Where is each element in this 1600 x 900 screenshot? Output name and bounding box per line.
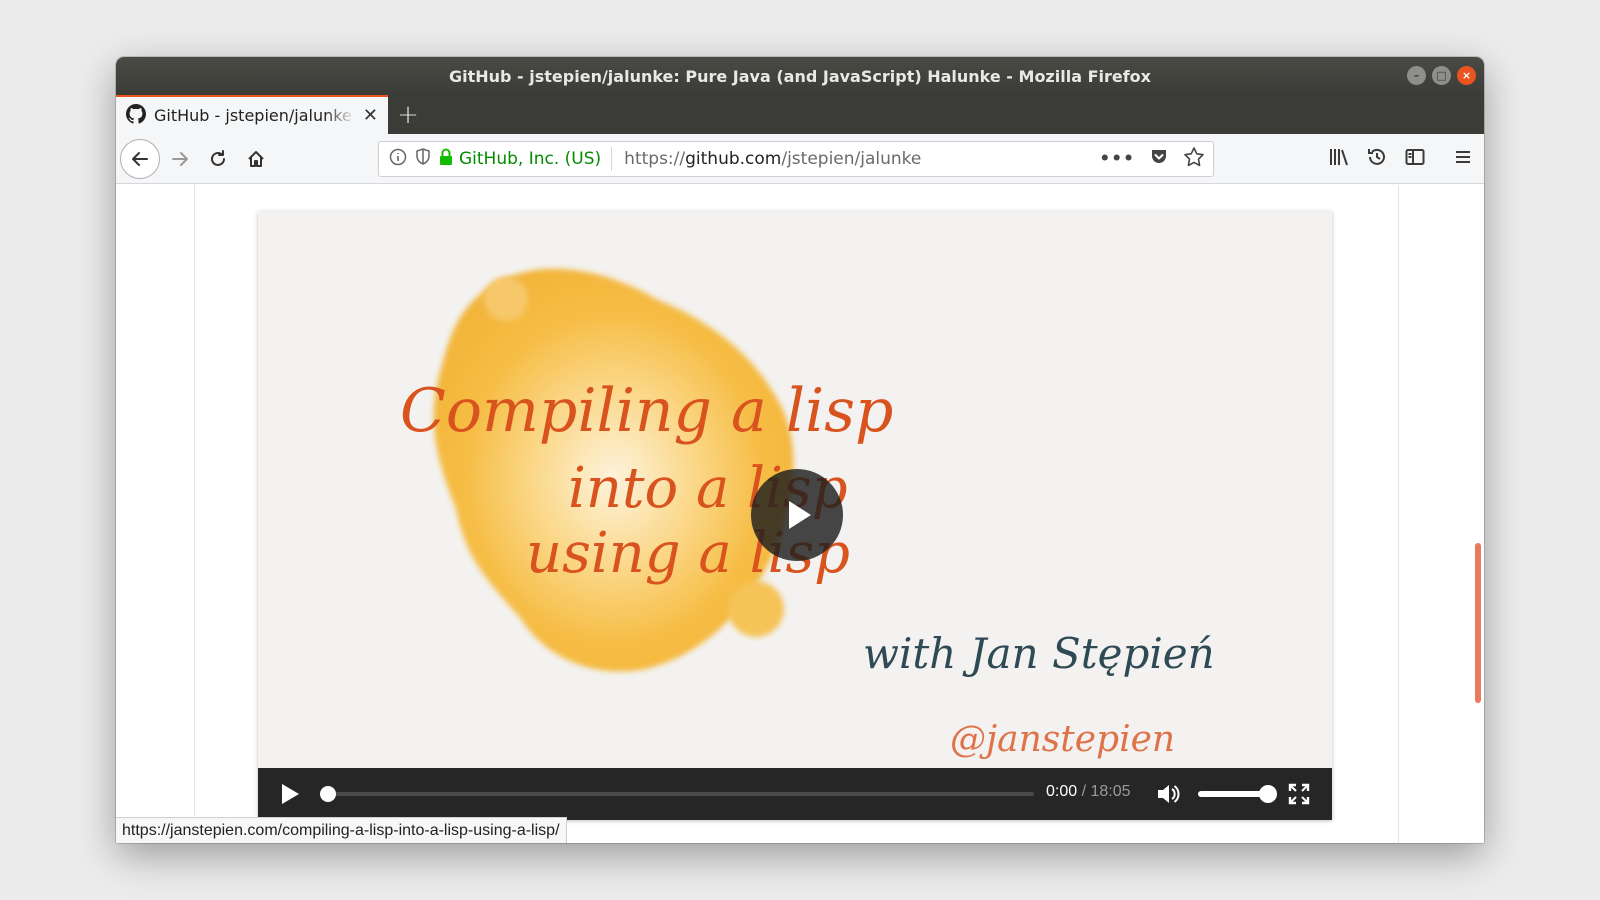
lock-icon: [439, 148, 453, 171]
seek-bar[interactable]: [320, 786, 1034, 802]
home-button[interactable]: [244, 147, 268, 171]
fullscreen-icon: [1288, 783, 1310, 805]
play-icon: [789, 501, 811, 529]
volume-icon: [1158, 785, 1180, 803]
scrollbar-thumb[interactable]: [1475, 543, 1481, 703]
forward-button[interactable]: [168, 147, 192, 171]
page-actions-button[interactable]: •••: [1099, 149, 1135, 169]
reload-icon: [211, 150, 225, 166]
url-actions: •••: [1099, 146, 1213, 173]
arrow-right-icon: [172, 152, 188, 166]
tab-close-button[interactable]: ✕: [363, 105, 378, 126]
url-prefix: https://: [624, 149, 686, 169]
sidebar-icon[interactable]: [1404, 146, 1426, 172]
menu-icon[interactable]: [1452, 146, 1474, 172]
arrow-left-icon: [132, 152, 148, 166]
content-border-left: [194, 185, 195, 843]
history-icon[interactable]: [1366, 146, 1388, 172]
video-player[interactable]: Compiling a lisp into a lisp using a lis…: [258, 211, 1332, 820]
current-time: 0:00: [1046, 783, 1078, 800]
pocket-icon[interactable]: [1149, 147, 1169, 172]
window-title: GitHub - jstepien/jalunke: Pure Java (an…: [448, 66, 1151, 86]
tracking-shield-icon[interactable]: [415, 147, 431, 171]
url-path: /jstepien/jalunke: [781, 149, 922, 169]
tab-bar: GitHub - jstepien/jalunke ✕ +: [116, 95, 1484, 134]
content-border-right: [1398, 185, 1399, 843]
info-icon[interactable]: [389, 148, 407, 171]
url-info-icons: [379, 147, 431, 171]
maximize-button[interactable]: □: [1432, 66, 1451, 85]
tab-label: GitHub - jstepien/jalunke: [154, 106, 352, 125]
home-icon: [248, 151, 264, 167]
video-title-line1: Compiling a lisp: [400, 376, 894, 446]
url-bar[interactable]: GitHub, Inc. (US) https://github.com/jst…: [378, 141, 1214, 177]
title-bar: GitHub - jstepien/jalunke: Pure Java (an…: [116, 57, 1484, 95]
plus-icon: +: [397, 99, 419, 130]
big-play-button[interactable]: [751, 469, 843, 561]
play-button[interactable]: [280, 783, 302, 805]
fullscreen-button[interactable]: [1288, 783, 1310, 809]
url-domain: github.com: [685, 149, 782, 169]
close-window-button[interactable]: ×: [1457, 66, 1476, 85]
status-bar: https://janstepien.com/compiling-a-lisp-…: [116, 817, 567, 843]
volume-handle[interactable]: [1259, 785, 1277, 803]
video-byline: with Jan Stępień: [863, 629, 1215, 678]
page-content: Compiling a lisp into a lisp using a lis…: [116, 185, 1484, 843]
minimize-icon: –: [1413, 69, 1420, 82]
duration: / 18:05: [1081, 783, 1131, 800]
seek-handle[interactable]: [320, 786, 336, 802]
site-identity[interactable]: GitHub, Inc. (US): [431, 147, 613, 171]
mute-button[interactable]: [1156, 783, 1180, 809]
play-icon: [282, 784, 299, 804]
close-icon: ×: [1461, 69, 1472, 82]
url-text[interactable]: https://github.com/jstepien/jalunke: [612, 149, 1099, 169]
video-controls: 0:00 / 18:05: [258, 768, 1332, 820]
volume-slider[interactable]: [1198, 785, 1277, 803]
time-display: 0:00 / 18:05: [1046, 783, 1131, 801]
status-url: https://janstepien.com/compiling-a-lisp-…: [122, 821, 560, 839]
github-icon: [126, 103, 146, 128]
browser-window: GitHub - jstepien/jalunke: Pure Java (an…: [116, 57, 1484, 843]
bookmark-star-icon[interactable]: [1183, 146, 1205, 173]
navigation-bar: GitHub, Inc. (US) https://github.com/jst…: [116, 134, 1484, 184]
window-controls: – □ ×: [1407, 66, 1476, 85]
new-tab-button[interactable]: +: [388, 95, 428, 134]
back-button[interactable]: [120, 139, 160, 179]
identity-label: GitHub, Inc. (US): [459, 149, 602, 169]
toolbar-right: [1328, 146, 1474, 172]
library-icon[interactable]: [1328, 146, 1350, 172]
minimize-button[interactable]: –: [1407, 66, 1426, 85]
maximize-icon: □: [1436, 69, 1447, 82]
video-handle: @janstepien: [950, 719, 1176, 760]
tab-github[interactable]: GitHub - jstepien/jalunke ✕: [116, 95, 388, 134]
reload-button[interactable]: [206, 147, 230, 171]
